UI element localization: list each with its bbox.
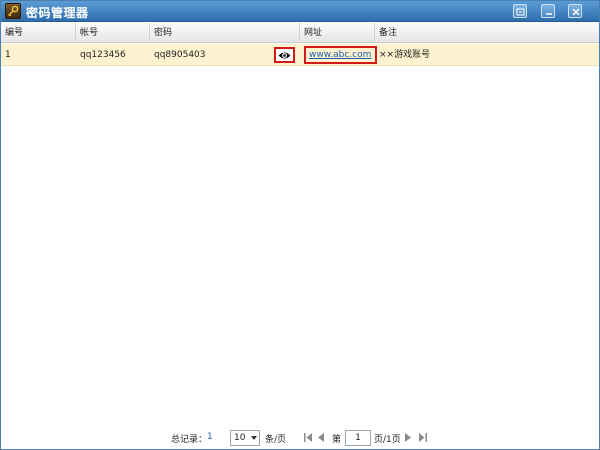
page-suffix-label: 页/1页 [374, 435, 401, 445]
column-header-id[interactable]: 编号 [1, 23, 76, 43]
cell-account: qq123456 [80, 50, 126, 60]
minimize-icon [546, 13, 552, 15]
pagination-bar: 总记录： 1 10 条/页 第 1 页/1页 [1, 427, 599, 449]
grid-header: 编号 帐号 密码 网址 备注 [1, 23, 599, 43]
next-page-icon[interactable] [405, 433, 411, 442]
cell-note: ××游戏账号 [379, 50, 431, 60]
close-icon [572, 8, 580, 16]
table-row[interactable]: 1 qq123456 qq8905403 www.abc.com ××游戏账号 [1, 44, 599, 66]
show-password-button[interactable] [274, 47, 295, 63]
column-header-url[interactable]: 网址 [300, 23, 375, 43]
password-manager-window: 密码管理器 编号 帐号 密码 网址 备注 1 qq123456 qq890540… [0, 0, 600, 450]
window-title: 密码管理器 [26, 6, 89, 20]
restore-button[interactable] [513, 4, 527, 18]
column-header-password[interactable]: 密码 [150, 23, 300, 43]
total-records-label: 总记录： [171, 435, 208, 445]
column-header-note[interactable]: 备注 [375, 23, 599, 43]
per-page-label: 条/页 [265, 435, 287, 445]
last-page-icon[interactable] [419, 433, 427, 442]
page-size-select[interactable]: 10 [230, 430, 260, 446]
column-header-account[interactable]: 帐号 [76, 23, 150, 43]
cell-password: qq8905403 [154, 50, 206, 60]
key-icon [5, 3, 21, 19]
title-bar[interactable]: 密码管理器 [1, 1, 599, 22]
minimize-button[interactable] [541, 4, 555, 18]
page-size-value: 10 [234, 433, 246, 443]
page-prefix-label: 第 [332, 435, 342, 445]
cell-id: 1 [5, 50, 11, 60]
close-button[interactable] [568, 4, 582, 18]
total-records-count: 1 [207, 432, 213, 442]
dropdown-arrow-icon [251, 436, 257, 440]
url-highlight: www.abc.com [304, 46, 377, 64]
prev-page-icon[interactable] [318, 433, 324, 442]
current-page-input[interactable]: 1 [345, 430, 371, 446]
first-page-icon[interactable] [304, 433, 312, 442]
restore-icon [516, 8, 525, 16]
eye-icon [278, 52, 291, 59]
url-link[interactable]: www.abc.com [309, 48, 371, 62]
